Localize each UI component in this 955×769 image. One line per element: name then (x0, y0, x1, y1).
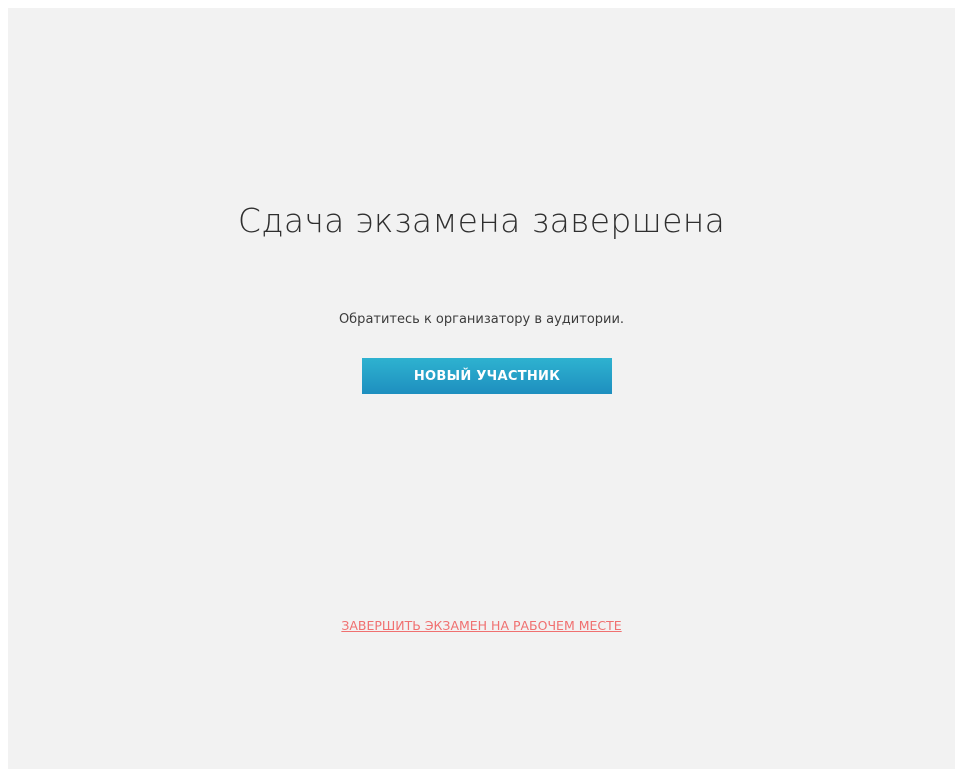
instruction-message: Обратитесь к организатору в аудитории. (338, 312, 625, 327)
content-panel: Сдача экзамена завершена Обратитесь к ор… (8, 8, 955, 769)
page-title: Сдача экзамена завершена (237, 201, 726, 240)
finish-exam-link[interactable]: ЗАВЕРШИТЬ ЭКЗАМЕН НА РАБОЧЕМ МЕСТЕ (341, 618, 621, 633)
finish-exam-link-container: ЗАВЕРШИТЬ ЭКЗАМЕН НА РАБОЧЕМ МЕСТЕ (8, 618, 955, 633)
new-participant-button[interactable]: НОВЫЙ УЧАСТНИК (362, 358, 612, 394)
